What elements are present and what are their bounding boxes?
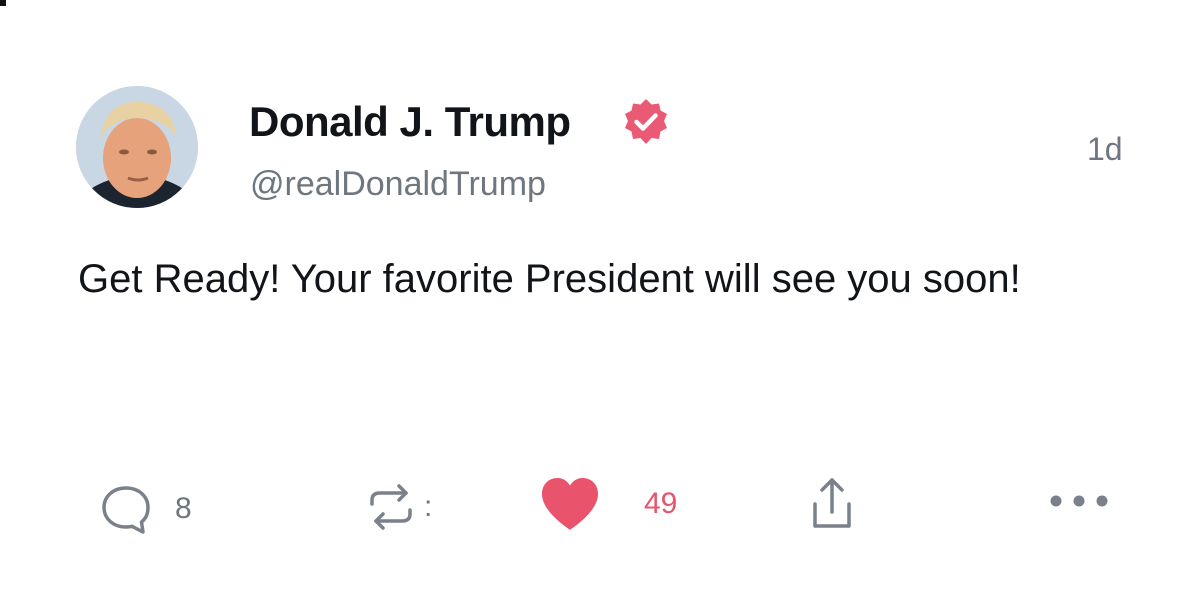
author-display-name[interactable]: Donald J. Trump — [249, 98, 571, 146]
reply-button[interactable]: 8 — [97, 480, 192, 538]
repost-button[interactable]: : — [362, 478, 432, 536]
like-count: 49 — [644, 487, 678, 520]
verified-badge-icon — [621, 97, 671, 147]
post-card: Donald J. Trump @realDonaldTrump 1d Get … — [0, 0, 1177, 605]
share-icon — [813, 478, 851, 528]
heart-icon — [542, 478, 598, 530]
more-icon — [1050, 495, 1108, 507]
avatar[interactable] — [76, 86, 198, 208]
repost-count: : — [424, 490, 433, 523]
reply-count: 8 — [175, 492, 192, 525]
author-handle[interactable]: @realDonaldTrump — [250, 164, 546, 204]
reply-icon — [102, 486, 150, 534]
repost-icon — [370, 484, 412, 530]
more-options-button[interactable] — [1046, 490, 1112, 512]
post-body-text: Get Ready! Your favorite President will … — [78, 257, 1021, 301]
post-timestamp[interactable]: 1d — [1087, 130, 1123, 168]
avatar-image — [76, 86, 198, 208]
top-edge-fragment — [0, 0, 6, 6]
share-button[interactable] — [805, 474, 859, 534]
like-button[interactable]: 49 — [538, 474, 677, 534]
